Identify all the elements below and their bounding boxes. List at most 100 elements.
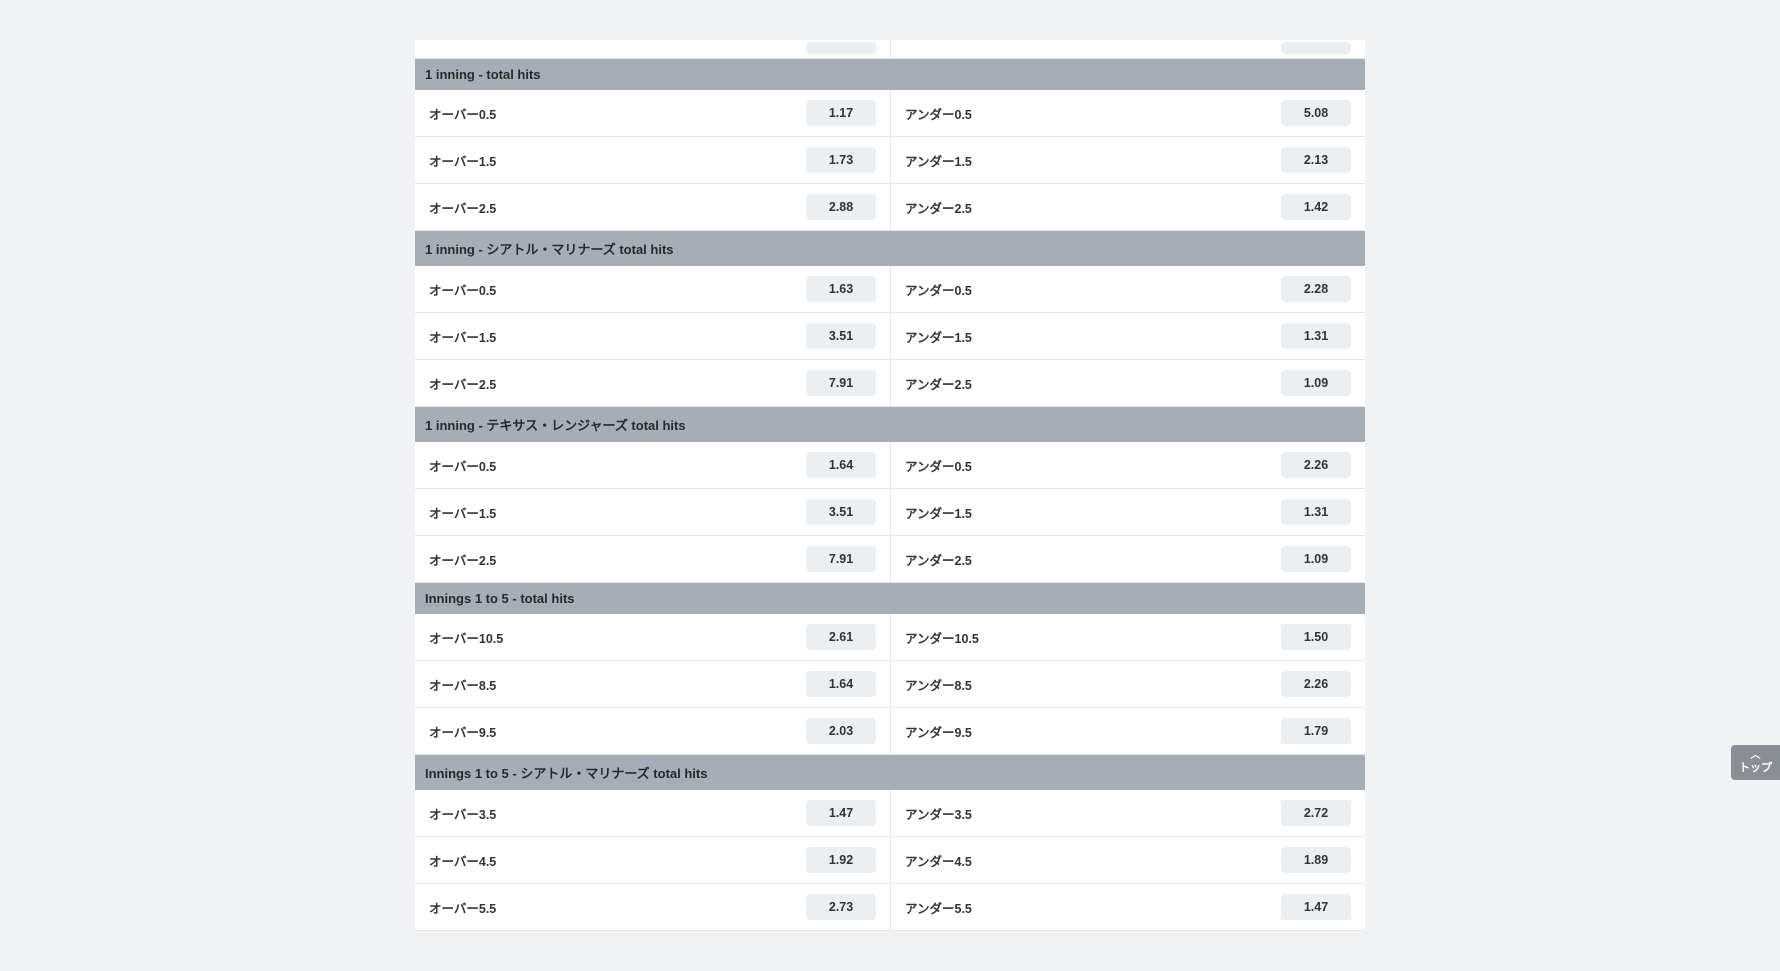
scroll-to-top-button[interactable]: ︿ トップ — [1731, 745, 1780, 780]
odds-button[interactable]: 7.91 — [806, 546, 876, 572]
odds-button[interactable]: 1.31 — [1281, 499, 1351, 525]
odds-placeholder — [1281, 42, 1351, 54]
under-label: アンダー5.5 — [905, 898, 972, 917]
market-stub-right — [890, 40, 1365, 58]
market-cell-over[interactable]: オーバー2.5 7.91 — [415, 360, 890, 406]
scroll-to-top-label: トップ — [1739, 763, 1772, 774]
market-row-stub — [415, 40, 1365, 59]
market-cell-over[interactable]: オーバー9.5 2.03 — [415, 708, 890, 754]
market-row: オーバー0.5 1.17 アンダー0.5 5.08 — [415, 90, 1365, 137]
market-group: 1 inning - シアトル・マリナーズ total hits オーバー0.5… — [415, 231, 1365, 407]
under-label: アンダー0.5 — [905, 104, 972, 123]
odds-button[interactable]: 1.63 — [806, 276, 876, 302]
odds-button[interactable]: 1.64 — [806, 671, 876, 697]
market-cell-under[interactable]: アンダー2.5 1.42 — [890, 184, 1365, 230]
odds-button[interactable]: 1.73 — [806, 147, 876, 173]
market-row: オーバー8.5 1.64 アンダー8.5 2.26 — [415, 661, 1365, 708]
odds-button[interactable]: 2.03 — [806, 718, 876, 744]
odds-button[interactable]: 3.51 — [806, 323, 876, 349]
odds-button[interactable]: 2.28 — [1281, 276, 1351, 302]
odds-button[interactable]: 2.26 — [1281, 452, 1351, 478]
under-label: アンダー8.5 — [905, 675, 972, 694]
odds-button[interactable]: 2.61 — [806, 624, 876, 650]
odds-button[interactable]: 1.42 — [1281, 194, 1351, 220]
odds-button[interactable]: 1.31 — [1281, 323, 1351, 349]
market-row: オーバー9.5 2.03 アンダー9.5 1.79 — [415, 708, 1365, 755]
odds-button[interactable]: 1.79 — [1281, 718, 1351, 744]
market-header[interactable]: 1 inning - total hits — [415, 59, 1365, 90]
market-cell-over[interactable]: オーバー0.5 1.17 — [415, 90, 890, 136]
market-row: オーバー1.5 1.73 アンダー1.5 2.13 — [415, 137, 1365, 184]
market-cell-over[interactable]: オーバー0.5 1.63 — [415, 266, 890, 312]
market-cell-over[interactable]: オーバー10.5 2.61 — [415, 614, 890, 660]
market-cell-under[interactable]: アンダー4.5 1.89 — [890, 837, 1365, 883]
market-header[interactable]: 1 inning - シアトル・マリナーズ total hits — [415, 231, 1365, 266]
under-label: アンダー0.5 — [905, 456, 972, 475]
market-row: オーバー0.5 1.63 アンダー0.5 2.28 — [415, 266, 1365, 313]
chevron-up-icon: ︿ — [1751, 751, 1761, 761]
market-cell-under[interactable]: アンダー2.5 1.09 — [890, 360, 1365, 406]
market-cell-over[interactable]: オーバー3.5 1.47 — [415, 790, 890, 836]
odds-button[interactable]: 2.88 — [806, 194, 876, 220]
market-row: オーバー1.5 3.51 アンダー1.5 1.31 — [415, 489, 1365, 536]
over-label: オーバー2.5 — [429, 198, 496, 217]
market-header[interactable]: 1 inning - テキサス・レンジャーズ total hits — [415, 407, 1365, 442]
under-label: アンダー3.5 — [905, 804, 972, 823]
under-label: アンダー1.5 — [905, 151, 972, 170]
odds-button[interactable]: 1.47 — [806, 800, 876, 826]
market-cell-under[interactable]: アンダー0.5 2.28 — [890, 266, 1365, 312]
odds-button[interactable]: 1.17 — [806, 100, 876, 126]
under-label: アンダー10.5 — [905, 628, 979, 647]
market-cell-under[interactable]: アンダー1.5 2.13 — [890, 137, 1365, 183]
market-cell-under[interactable]: アンダー0.5 5.08 — [890, 90, 1365, 136]
over-label: オーバー2.5 — [429, 550, 496, 569]
odds-button[interactable]: 1.47 — [1281, 894, 1351, 920]
odds-button[interactable]: 1.09 — [1281, 546, 1351, 572]
market-cell-over[interactable]: オーバー2.5 7.91 — [415, 536, 890, 582]
market-cell-over[interactable]: オーバー5.5 2.73 — [415, 884, 890, 930]
over-label: オーバー10.5 — [429, 628, 503, 647]
over-label: オーバー4.5 — [429, 851, 496, 870]
market-cell-under[interactable]: アンダー10.5 1.50 — [890, 614, 1365, 660]
market-header[interactable]: Innings 1 to 5 - シアトル・マリナーズ total hits — [415, 755, 1365, 790]
market-cell-under[interactable]: アンダー3.5 2.72 — [890, 790, 1365, 836]
markets-container: 1 inning - total hits オーバー0.5 1.17 アンダー0… — [415, 40, 1365, 931]
over-label: オーバー1.5 — [429, 503, 496, 522]
odds-button[interactable]: 2.13 — [1281, 147, 1351, 173]
odds-button[interactable]: 1.64 — [806, 452, 876, 478]
market-row: オーバー2.5 7.91 アンダー2.5 1.09 — [415, 360, 1365, 407]
market-cell-over[interactable]: オーバー1.5 1.73 — [415, 137, 890, 183]
odds-button[interactable]: 7.91 — [806, 370, 876, 396]
odds-button[interactable]: 5.08 — [1281, 100, 1351, 126]
market-cell-under[interactable]: アンダー0.5 2.26 — [890, 442, 1365, 488]
odds-button[interactable]: 1.89 — [1281, 847, 1351, 873]
market-cell-over[interactable]: オーバー1.5 3.51 — [415, 489, 890, 535]
market-cell-under[interactable]: アンダー8.5 2.26 — [890, 661, 1365, 707]
market-cell-over[interactable]: オーバー0.5 1.64 — [415, 442, 890, 488]
over-label: オーバー3.5 — [429, 804, 496, 823]
market-cell-under[interactable]: アンダー9.5 1.79 — [890, 708, 1365, 754]
odds-button[interactable]: 2.72 — [1281, 800, 1351, 826]
odds-button[interactable]: 3.51 — [806, 499, 876, 525]
market-cell-under[interactable]: アンダー2.5 1.09 — [890, 536, 1365, 582]
market-cell-over[interactable]: オーバー2.5 2.88 — [415, 184, 890, 230]
under-label: アンダー4.5 — [905, 851, 972, 870]
odds-placeholder — [806, 42, 876, 54]
market-cell-under[interactable]: アンダー5.5 1.47 — [890, 884, 1365, 930]
odds-button[interactable]: 2.26 — [1281, 671, 1351, 697]
over-label: オーバー2.5 — [429, 374, 496, 393]
market-cell-over[interactable]: オーバー4.5 1.92 — [415, 837, 890, 883]
odds-button[interactable]: 1.50 — [1281, 624, 1351, 650]
market-header[interactable]: Innings 1 to 5 - total hits — [415, 583, 1365, 614]
odds-button[interactable]: 1.09 — [1281, 370, 1351, 396]
market-row: オーバー5.5 2.73 アンダー5.5 1.47 — [415, 884, 1365, 931]
market-cell-over[interactable]: オーバー1.5 3.51 — [415, 313, 890, 359]
odds-button[interactable]: 1.92 — [806, 847, 876, 873]
market-row: オーバー4.5 1.92 アンダー4.5 1.89 — [415, 837, 1365, 884]
market-cell-under[interactable]: アンダー1.5 1.31 — [890, 489, 1365, 535]
odds-button[interactable]: 2.73 — [806, 894, 876, 920]
market-cell-under[interactable]: アンダー1.5 1.31 — [890, 313, 1365, 359]
market-cell-over[interactable]: オーバー8.5 1.64 — [415, 661, 890, 707]
market-row: オーバー2.5 2.88 アンダー2.5 1.42 — [415, 184, 1365, 231]
over-label: オーバー1.5 — [429, 327, 496, 346]
